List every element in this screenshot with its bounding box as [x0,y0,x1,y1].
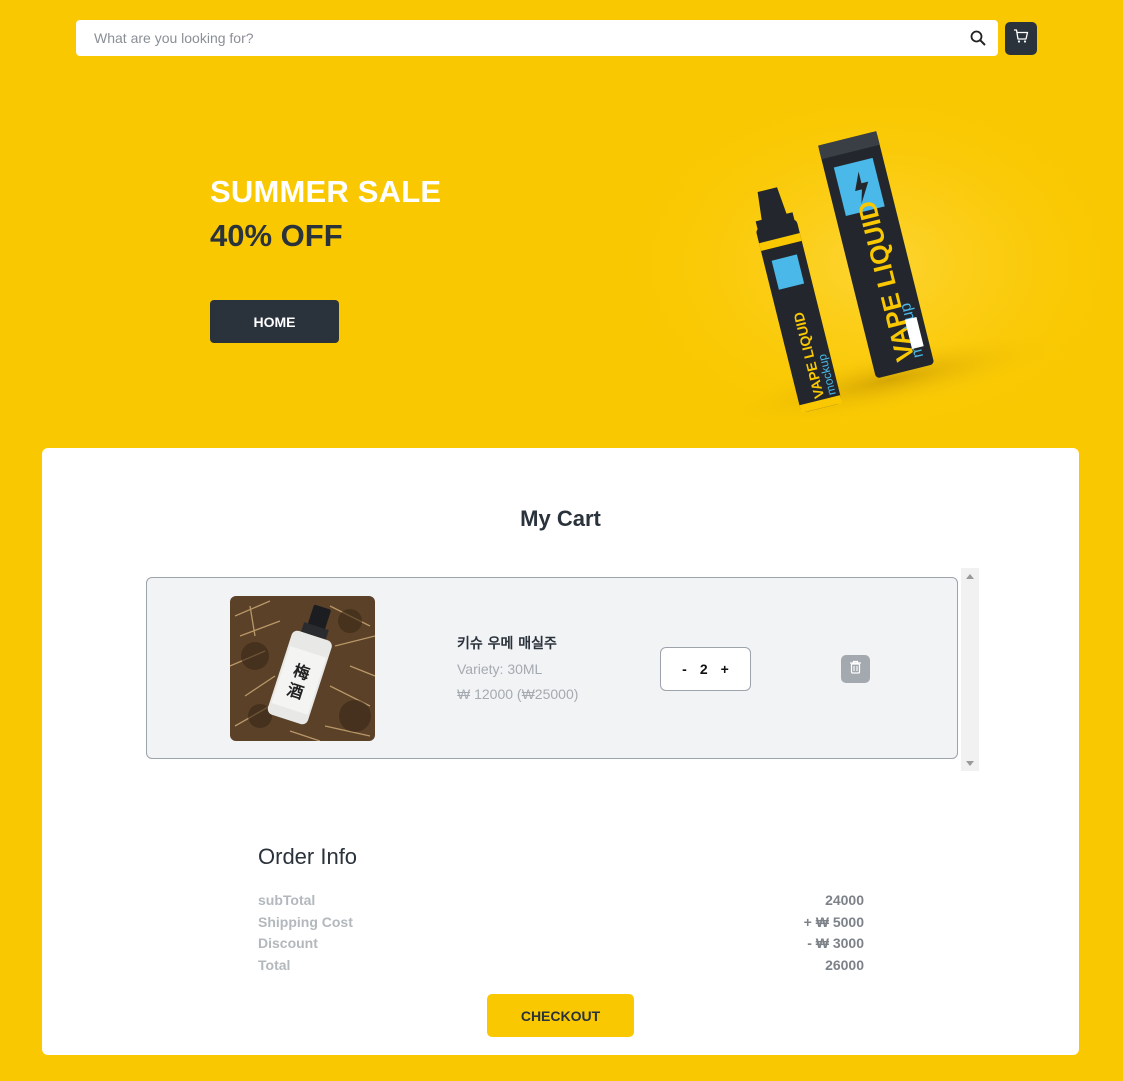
order-row-value: 24000 [825,892,864,908]
order-row-value: 26000 [825,956,864,973]
product-name: 키슈 우메 매실주 [457,636,557,652]
order-info-title: Order Info [258,844,358,869]
order-row-subtotal: subTotal 24000 [258,892,864,914]
delete-item-button[interactable] [841,655,870,683]
cart-item: 梅 酒 키슈 우메 매실주 Variety: 30ML ₩ 12000 (₩25… [146,577,958,759]
order-row-value: + ₩ 5000 [803,913,864,930]
order-row-discount: Discount - ₩ 3000 [258,935,864,957]
quantity-decrease-button[interactable]: - [679,661,690,677]
home-button[interactable]: HOME [210,300,339,343]
hero-product-image: VAPE LIQUID mockup VAPE LIQUID mockup [590,80,1110,448]
order-row-label: Shipping Cost [258,913,353,930]
cart-panel: My Cart 梅 酒 키슈 우메 매실주 Variety: 30ML ₩ 12… [42,448,1079,1055]
search-input[interactable] [94,30,968,46]
cart-title: My Cart [520,506,601,531]
quantity-stepper: - 2 + [660,647,751,691]
product-image: 梅 酒 [230,596,375,741]
cart-list: 梅 酒 키슈 우메 매실주 Variety: 30ML ₩ 12000 (₩25… [146,568,979,771]
product-variety: Variety: 30ML [457,661,543,677]
order-info-table: subTotal 24000 Shipping Cost + ₩ 5000 Di… [258,892,864,978]
cart-button[interactable] [1005,22,1037,55]
hero-discount: 40% OFF [210,218,343,253]
cart-icon [1013,28,1029,49]
scroll-down-icon[interactable] [961,755,979,771]
order-row-label: Total [258,956,291,973]
order-row-label: subTotal [258,892,316,908]
quantity-increase-button[interactable]: + [718,661,732,677]
trash-icon [849,660,862,679]
cart-scrollbar[interactable] [961,568,979,771]
checkout-button[interactable]: CHECKOUT [487,994,634,1037]
order-row-value: - ₩ 3000 [807,935,864,951]
scroll-up-icon[interactable] [961,568,979,584]
order-row-total: Total 26000 [258,957,864,979]
quantity-value: 2 [699,661,708,677]
search-bar [76,20,998,56]
product-price: ₩ 12000 (₩25000) [457,686,579,702]
search-icon[interactable] [968,28,988,48]
order-row-shipping: Shipping Cost + ₩ 5000 [258,914,864,936]
order-row-label: Discount [258,935,318,951]
hero-title: SUMMER SALE [210,174,442,209]
